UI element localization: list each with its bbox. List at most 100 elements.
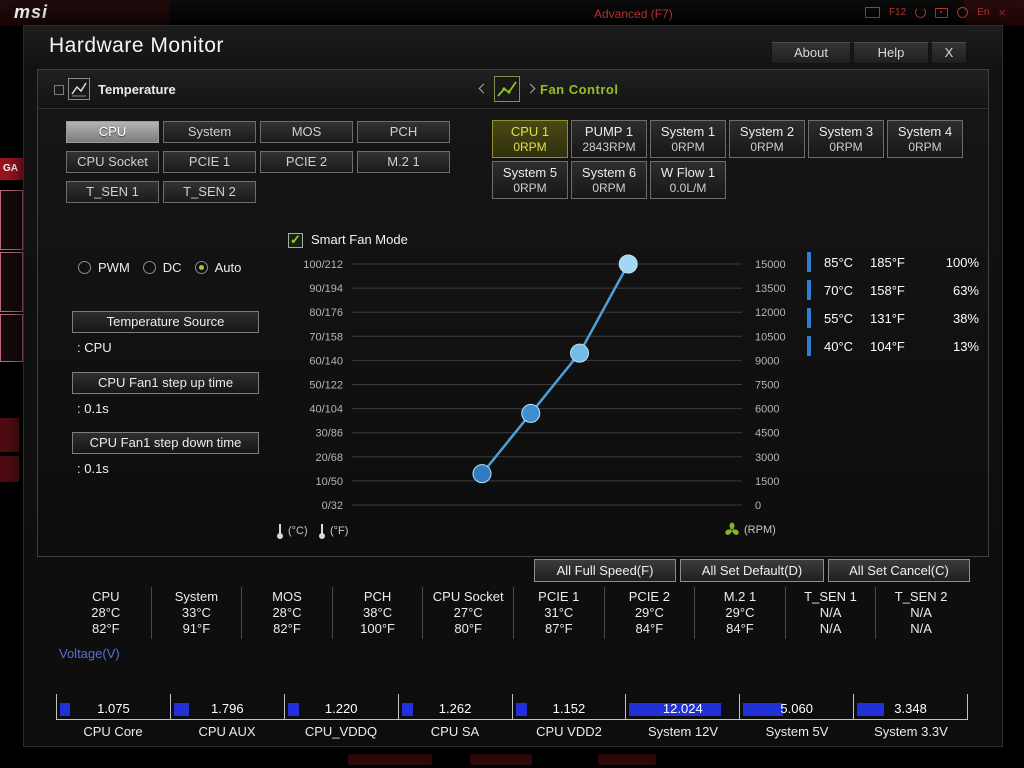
- voltage-value: 3.348: [894, 701, 927, 716]
- screenshot-icon[interactable]: [935, 7, 949, 18]
- legend-tick-icon: [807, 252, 811, 272]
- legend-tick-icon: [807, 280, 811, 300]
- voltage-cell: 3.348: [853, 694, 967, 719]
- temp-button-system[interactable]: System: [163, 121, 256, 143]
- game-boost-fragment: GA: [0, 158, 23, 180]
- step-up-time-button[interactable]: CPU Fan1 step up time: [72, 372, 259, 394]
- sensor-name: M.2 1: [723, 589, 757, 604]
- fan-name: System 6: [581, 165, 637, 180]
- sensor-fahrenheit: 87°F: [544, 621, 573, 636]
- language-globe-icon[interactable]: [957, 7, 969, 18]
- sensor-readout: M.2 1 29°C 84°F: [694, 587, 785, 639]
- fan-name: CPU 1: [510, 124, 550, 139]
- temp-button-pch[interactable]: PCH: [357, 121, 450, 143]
- fan-button-wflow1[interactable]: W Flow 1 0.0L/M: [650, 161, 726, 199]
- sensor-fahrenheit: 82°F: [91, 621, 120, 636]
- y-axis-rpm-label: 4500: [755, 428, 779, 440]
- temp-button-mos[interactable]: MOS: [260, 121, 353, 143]
- help-button[interactable]: Help: [853, 42, 929, 64]
- y-axis-rpm-label: 12000: [755, 307, 786, 319]
- sensor-celsius: 28°C: [91, 605, 121, 620]
- radio-dot[interactable]: [78, 261, 91, 274]
- legend-duty: 38%: [952, 310, 979, 326]
- fan-name: W Flow 1: [660, 165, 716, 180]
- sensor-name: CPU: [92, 589, 120, 604]
- background-graphic-fragment: [0, 456, 19, 482]
- fan-button-system6[interactable]: System 6 0RPM: [571, 161, 647, 199]
- smart-fan-checkbox[interactable]: [288, 232, 303, 248]
- fan-curve-point[interactable]: [472, 464, 492, 484]
- sensor-readout: T_SEN 2 N/A N/A: [875, 587, 966, 639]
- legend-fahrenheit: 131°F: [870, 310, 905, 326]
- temp-button-tsen1[interactable]: T_SEN 1: [66, 181, 159, 203]
- voltage-name: CPU AUX: [198, 724, 256, 739]
- fan-value: 0RPM: [671, 140, 705, 154]
- fan-name: System 5: [502, 165, 558, 180]
- sensor-name: T_SEN 2: [894, 589, 948, 604]
- fahrenheit-unit-label: (°F): [330, 525, 349, 537]
- top-bar-icons: F12 En ×: [864, 5, 1006, 20]
- sensor-fahrenheit: N/A: [819, 621, 842, 636]
- sensor-name: PCIE 2: [628, 589, 670, 604]
- fan-button-pump1[interactable]: PUMP 1 2843RPM: [571, 120, 647, 158]
- fan-button-system5[interactable]: System 5 0RPM: [492, 161, 568, 199]
- y-axis-rpm-label: 9000: [755, 355, 779, 367]
- fan-button-system3[interactable]: System 3 0RPM: [808, 120, 884, 158]
- fan-name: System 2: [739, 124, 795, 139]
- refresh-icon[interactable]: [915, 7, 927, 18]
- voltage-value: 1.075: [97, 701, 130, 716]
- temp-button-cpu[interactable]: CPU: [66, 121, 159, 143]
- print-screen-icon[interactable]: [864, 7, 880, 18]
- temperature-section-title: Temperature: [98, 82, 176, 97]
- y-axis-temp-label: 90/194: [309, 283, 343, 295]
- fan-button-system2[interactable]: System 2 0RPM: [729, 120, 805, 158]
- bios-mode-toggle[interactable]: Advanced (F7): [594, 7, 673, 21]
- radio-label: PWM: [98, 260, 130, 275]
- fan-button-system1[interactable]: System 1 0RPM: [650, 120, 726, 158]
- temp-button-pcie2[interactable]: PCIE 2: [260, 151, 353, 173]
- all-set-cancel-button[interactable]: All Set Cancel(C): [828, 559, 970, 582]
- radio-dc[interactable]: DC: [142, 260, 182, 275]
- fan-curve-point[interactable]: [521, 403, 541, 423]
- voltage-value: 1.796: [211, 701, 244, 716]
- sensor-celsius: 27°C: [453, 605, 483, 620]
- close-button[interactable]: X: [931, 42, 967, 64]
- background-panel-fragment: [0, 314, 23, 362]
- about-button[interactable]: About: [771, 42, 851, 64]
- temp-button-pcie1[interactable]: PCIE 1: [163, 151, 256, 173]
- radio-pwm[interactable]: PWM: [78, 260, 130, 275]
- temperature-source-button[interactable]: Temperature Source: [72, 311, 259, 333]
- radio-dot[interactable]: [142, 261, 156, 274]
- step-down-time-button[interactable]: CPU Fan1 step down time: [72, 432, 259, 454]
- fan-curve-point[interactable]: [618, 254, 638, 274]
- fan-curve-point[interactable]: [570, 343, 589, 363]
- voltage-name: CPU_VDDQ: [304, 724, 378, 739]
- radio-label: DC: [162, 260, 182, 275]
- radio-auto[interactable]: Auto: [194, 260, 241, 275]
- rpm-unit-label: (RPM): [744, 524, 776, 536]
- fan-button-system4[interactable]: System 4 0RPM: [887, 120, 963, 158]
- all-set-default-button[interactable]: All Set Default(D): [680, 559, 824, 582]
- temperature-chart-icon: [68, 78, 90, 100]
- rpm-axis-unit: (RPM): [724, 522, 776, 538]
- legend-tick-icon: [807, 308, 811, 328]
- fahrenheit-axis-unit: (°F): [318, 522, 348, 540]
- voltage-gauge-row: 1.075 1.796 1.220 1.262 1.152 12.024 5.0…: [56, 694, 968, 720]
- temp-button-tsen2[interactable]: T_SEN 2: [163, 181, 256, 203]
- sensor-name: T_SEN 1: [804, 589, 857, 604]
- all-full-speed-button[interactable]: All Full Speed(F): [534, 559, 676, 582]
- voltage-value: 1.262: [438, 701, 472, 716]
- language-indicator[interactable]: En: [977, 7, 989, 18]
- monitor-panel: Temperature Fan Control CPU System MOS P…: [37, 69, 989, 557]
- radio-dot-selected[interactable]: [194, 261, 208, 274]
- sensor-name: PCH: [363, 589, 392, 604]
- legend-row: 70°C 158°F 63%: [807, 276, 979, 304]
- temp-button-m2[interactable]: M.2 1: [357, 151, 450, 173]
- window-handle-icon: [54, 85, 64, 95]
- y-axis-temp-label: 20/68: [315, 452, 343, 464]
- fan-control-section-title: Fan Control: [540, 82, 619, 97]
- fan-button-cpu1[interactable]: CPU 1 0RPM: [492, 120, 568, 158]
- y-axis-rpm-label: 0: [755, 500, 761, 512]
- voltage-cell: 1.075: [56, 694, 170, 719]
- temp-button-cpu-socket[interactable]: CPU Socket: [66, 151, 159, 173]
